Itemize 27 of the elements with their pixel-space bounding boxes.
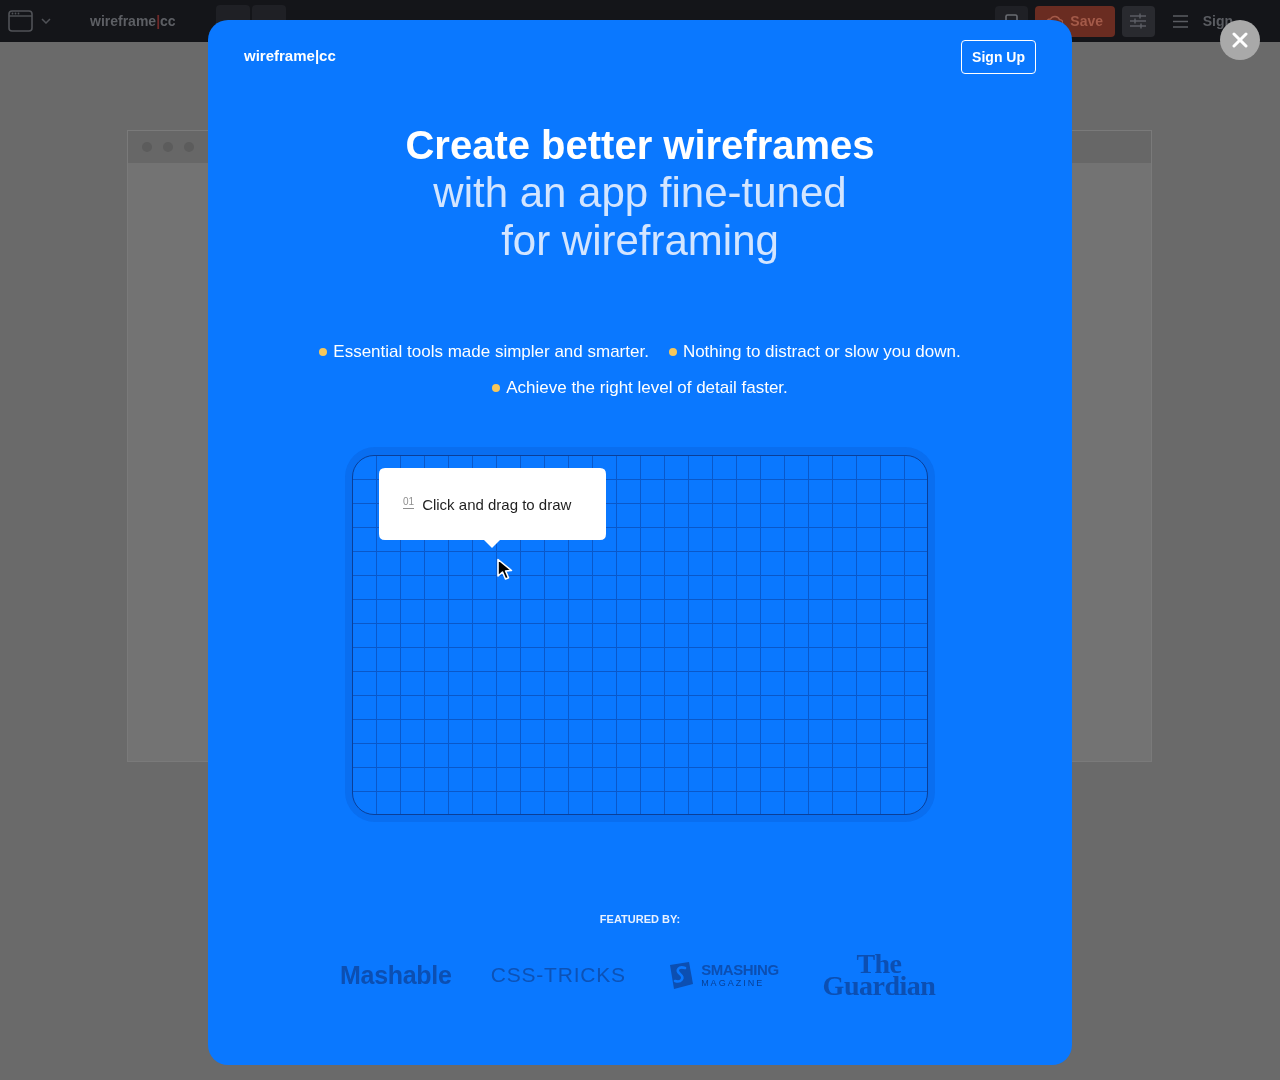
bullet-icon	[319, 348, 328, 356]
featured-label: FEATURED BY:	[599, 912, 681, 926]
sign-up-link[interactable]: Sign	[1202, 13, 1233, 29]
toolbar-button[interactable]	[1121, 5, 1155, 37]
window-icon[interactable]	[8, 10, 33, 32]
press-logo: SMASHING	[701, 961, 779, 978]
headline: Create better wireframes	[405, 122, 875, 169]
subheadline: with an app fine-tuned for wireframing	[432, 169, 848, 265]
sign-up-button[interactable]: Sign Up	[961, 40, 1036, 74]
step-number: 01	[403, 495, 415, 509]
menu-icon[interactable]	[1172, 14, 1188, 28]
feature-text: Nothing to distract or slow you down.	[682, 342, 961, 362]
tooltip-text: Click and drag to draw	[422, 495, 572, 513]
caret-icon[interactable]	[41, 18, 51, 24]
press-logo: Mashable	[340, 960, 452, 990]
cursor-icon	[496, 558, 514, 581]
feature-text: Essential tools made simpler and smarter.	[333, 342, 649, 362]
press-logo: The Guardian	[821, 953, 937, 997]
close-icon	[1232, 32, 1248, 48]
app-logo: wireframe|cc	[90, 13, 176, 29]
modal-logo: wireframe|cc	[244, 46, 336, 64]
bullet-icon	[668, 348, 677, 356]
sliders-icon	[1130, 13, 1147, 29]
press-logo: CSS-TRICKS	[490, 963, 626, 987]
bullet-icon	[492, 384, 501, 392]
press-logo-subtitle: MAGAZINE	[701, 977, 766, 989]
feature-text: Achieve the right level of detail faster.	[506, 378, 788, 398]
